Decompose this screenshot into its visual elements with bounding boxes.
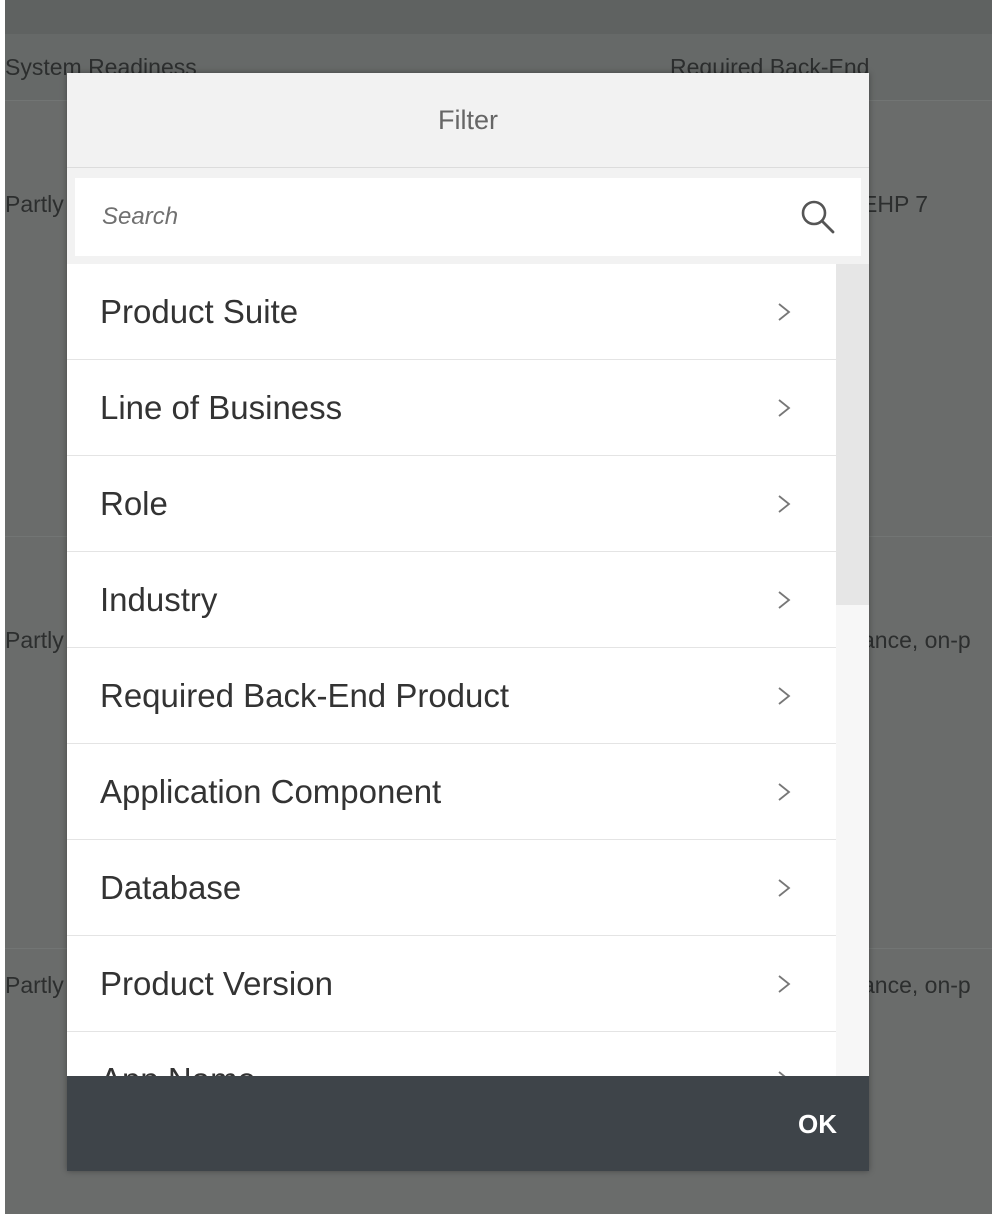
dialog-title: Filter: [438, 104, 498, 135]
list-item-label: Application Component: [100, 773, 442, 810]
list-item-industry[interactable]: Industry: [67, 552, 836, 648]
list-item-label: Product Suite: [100, 293, 299, 330]
background-row-1-readiness: Partly: [5, 191, 64, 217]
search-icon[interactable]: [799, 198, 837, 236]
list-item-product-suite[interactable]: Product Suite: [67, 264, 836, 360]
chevron-right-icon: [778, 879, 791, 897]
chevron-right-icon: [778, 495, 791, 513]
list-item-role[interactable]: Role: [67, 456, 836, 552]
list-item-label: App Name: [100, 1032, 256, 1076]
dialog-footer: OK: [67, 1076, 869, 1171]
background-top-bar: [0, 0, 992, 34]
chevron-right-icon: [778, 687, 791, 705]
chevron-right-icon: [778, 591, 791, 609]
list-item-label: Line of Business: [100, 389, 343, 426]
list-item-database[interactable]: Database: [67, 840, 836, 936]
list-item-application-component[interactable]: Application Component: [67, 744, 836, 840]
chevron-right-icon: [778, 399, 791, 417]
search-field-container: [75, 178, 861, 256]
list-item-line-of-business[interactable]: Line of Business: [67, 360, 836, 456]
background-row-2-readiness: Partly: [5, 627, 64, 653]
list-item-label: Role: [100, 485, 168, 522]
chevron-right-icon: [778, 783, 791, 801]
search-bar: [67, 168, 869, 264]
dialog-header: Filter: [67, 73, 869, 168]
list-item-product-version[interactable]: Product Version: [67, 936, 836, 1032]
ok-button[interactable]: OK: [788, 1098, 847, 1150]
background-row-2-backend: ance, on-p: [862, 627, 971, 653]
chevron-right-icon: [778, 1071, 786, 1076]
list-item-label: Database: [100, 869, 242, 906]
list-item-app-name[interactable]: App Name: [67, 1032, 836, 1076]
chevron-right-icon: [778, 975, 791, 993]
scrollbar-thumb[interactable]: [836, 264, 869, 605]
chevron-right-icon: [778, 303, 791, 321]
list-item-label: Required Back-End Product: [100, 677, 510, 714]
filter-dialog: Filter Product Suite Line of Business Ro…: [67, 73, 869, 1171]
filter-list: Product Suite Line of Business Role Indu…: [67, 264, 869, 1076]
background-row-3-readiness: Partly: [5, 972, 64, 998]
list-item-label: Product Version: [100, 965, 333, 1002]
list-item-label: Industry: [100, 581, 218, 618]
search-input[interactable]: [75, 178, 775, 256]
background-row-3-backend: ance, on-p: [862, 972, 971, 998]
background-row-1-backend: EHP 7: [862, 191, 929, 217]
background-left-edge: [0, 0, 5, 1214]
list-item-required-back-end-product[interactable]: Required Back-End Product: [67, 648, 836, 744]
